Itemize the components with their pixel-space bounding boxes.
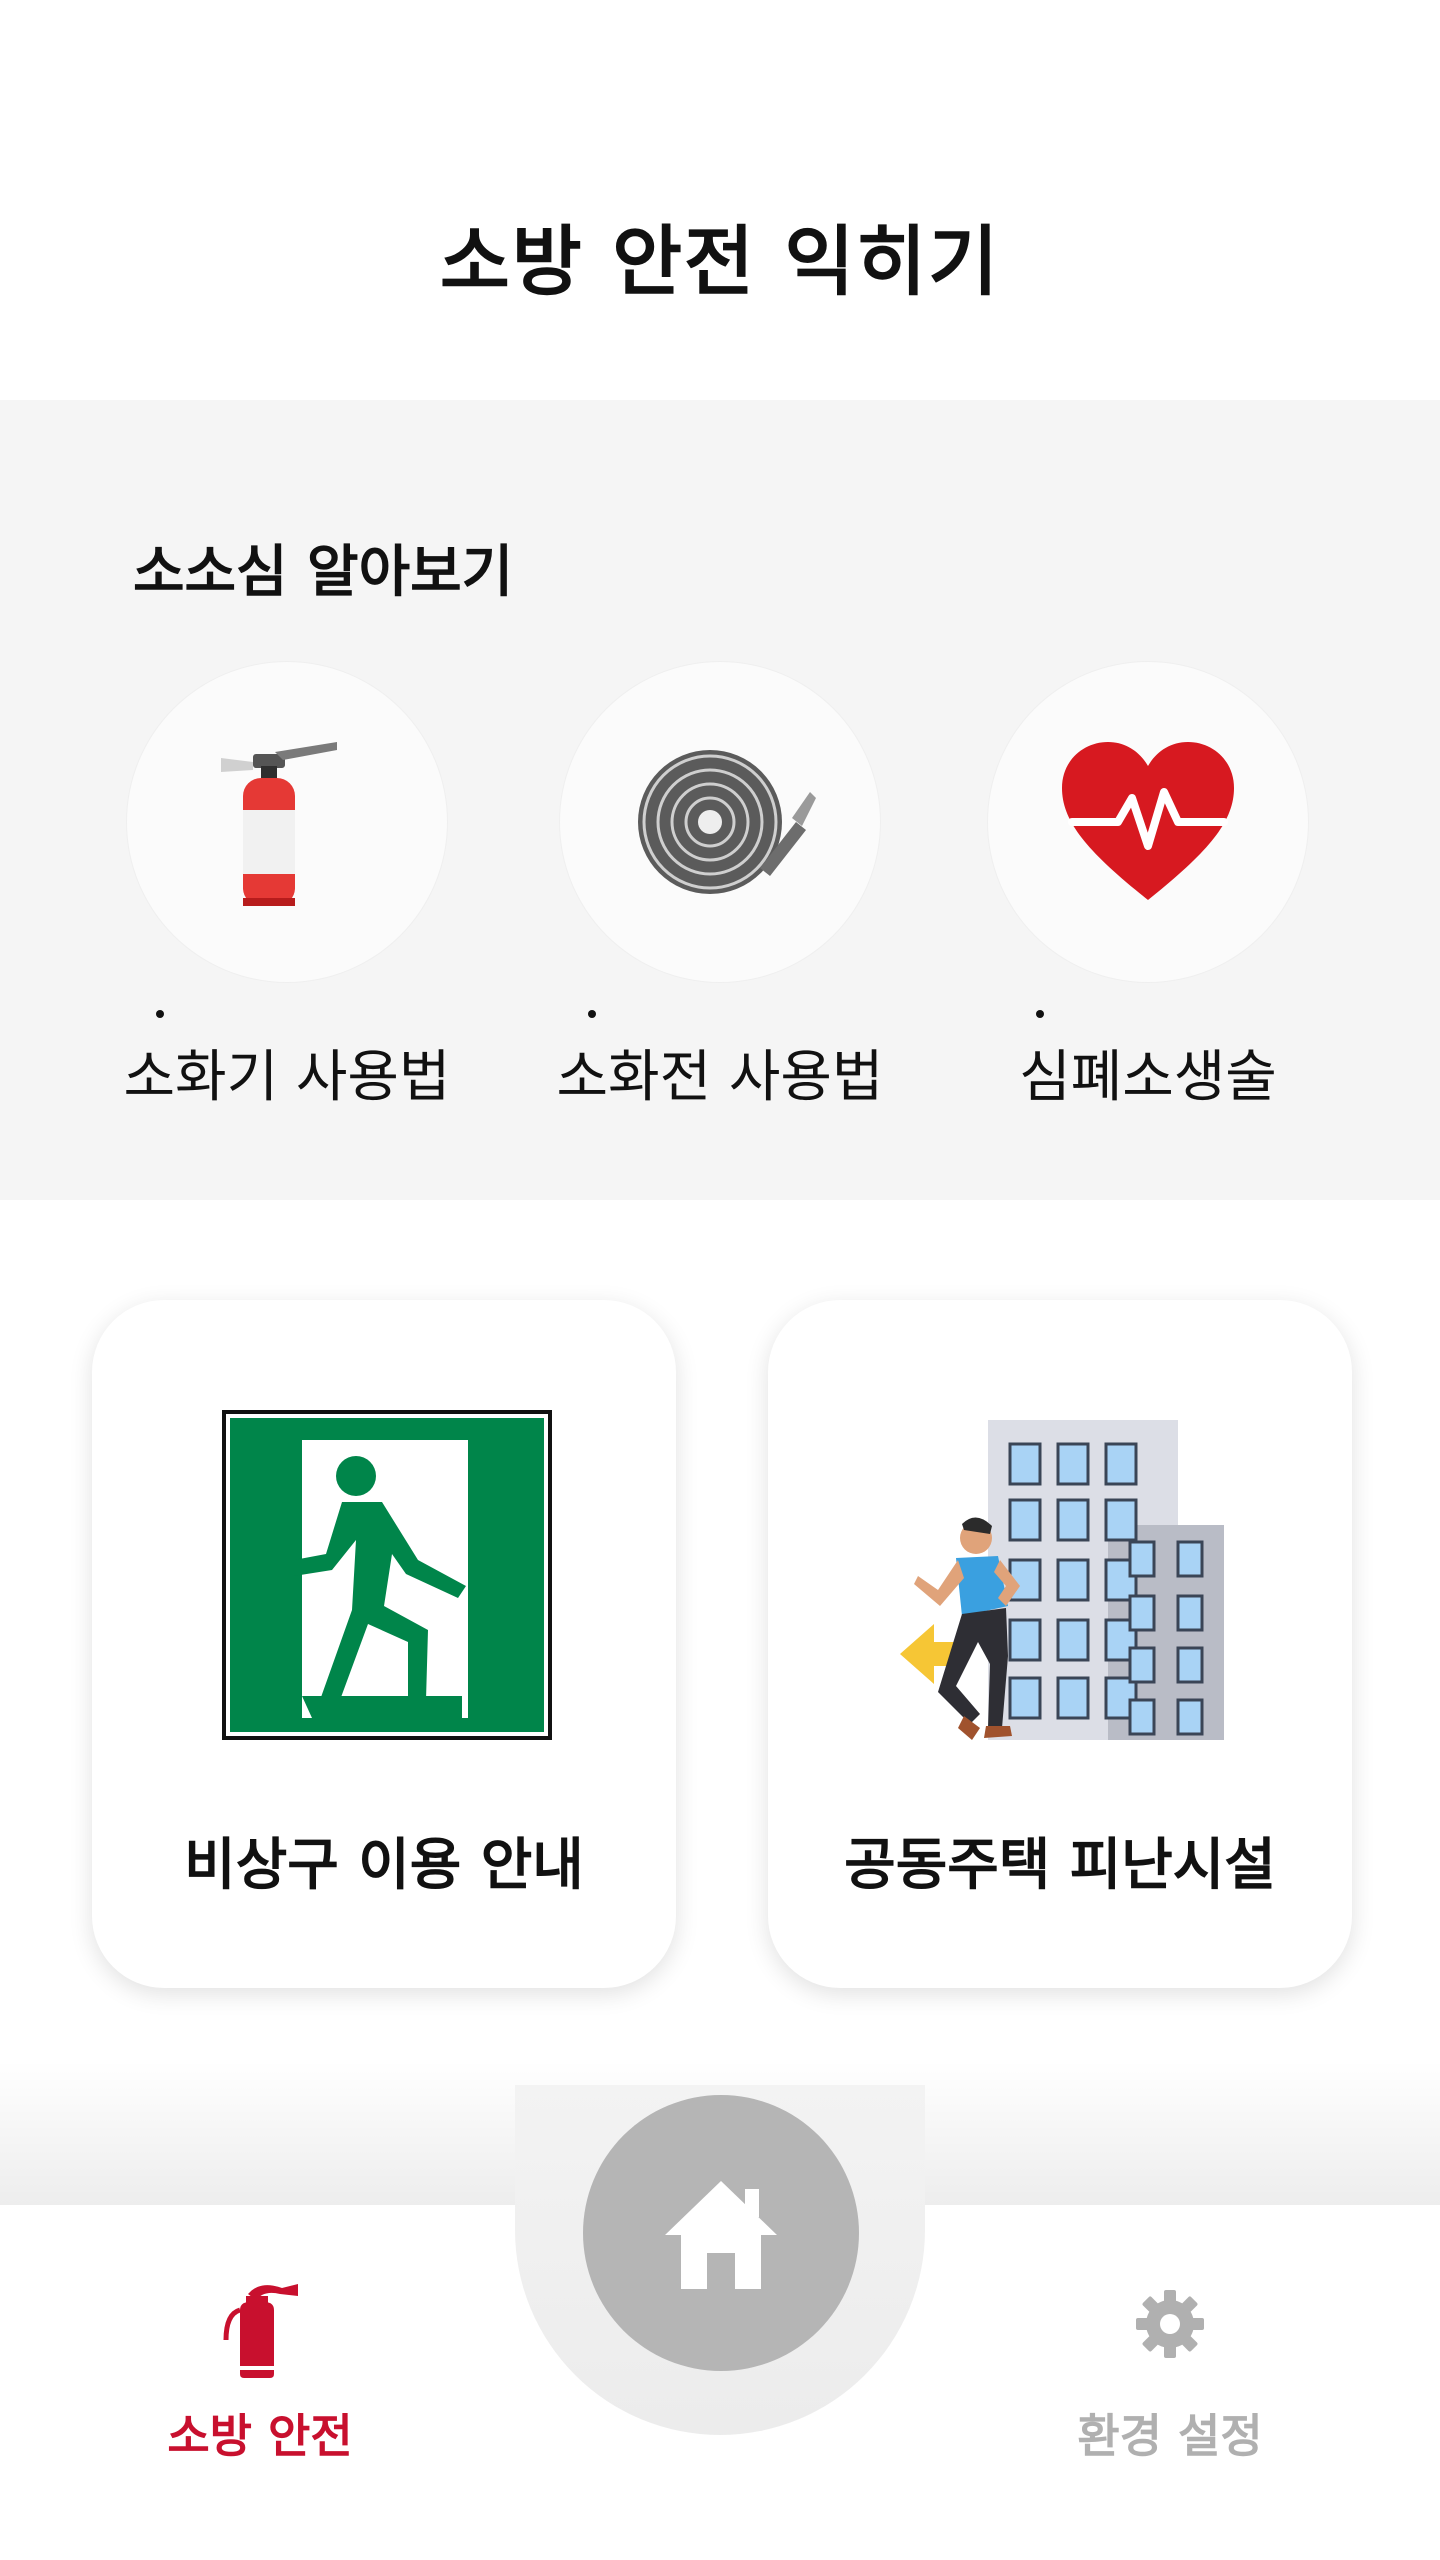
- tool-cpr[interactable]: 심폐소생술: [968, 662, 1328, 1110]
- nav-settings[interactable]: 환경 설정: [1040, 2280, 1300, 2463]
- emergency-exit-icon: [222, 1410, 552, 1740]
- bullet-dot: [156, 1010, 164, 1018]
- card-label: 비상구 이용 안내: [184, 1833, 584, 1898]
- tool-icon-circle: [560, 662, 880, 982]
- bullet-dot: [588, 1010, 596, 1018]
- section-title: 소소심 알아보기: [133, 540, 514, 605]
- bullet-dot: [1036, 1010, 1044, 1018]
- header: 소방 안전 익히기: [0, 0, 1440, 400]
- card-label: 공동주택 피난시설: [844, 1833, 1276, 1898]
- home-button[interactable]: [583, 2095, 859, 2371]
- fire-extinguisher-icon: [223, 2284, 298, 2378]
- building-evacuation-icon: [900, 1420, 1224, 1740]
- tool-label: 소화전 사용법: [556, 1045, 884, 1110]
- nav-fire-safety[interactable]: 소방 안전: [130, 2280, 390, 2463]
- heart-pulse-icon: [1062, 742, 1234, 900]
- page-title: 소방 안전 익히기: [439, 217, 1001, 306]
- tool-label: 심폐소생술: [1019, 1045, 1277, 1110]
- quick-guide-panel: 소소심 알아보기 소화기 사용법 소화전 사용법 심폐소생술: [0, 400, 1440, 1200]
- emergency-exit-card[interactable]: 비상구 이용 안내: [92, 1300, 676, 1988]
- tool-icon-circle: [127, 662, 447, 982]
- fire-extinguisher-icon: [221, 742, 337, 906]
- gear-icon: [1136, 2290, 1204, 2358]
- home-icon: [665, 2181, 777, 2289]
- nav-label: 환경 설정: [1077, 2409, 1263, 2463]
- tool-icon-circle: [988, 662, 1308, 982]
- tool-fire-hydrant[interactable]: 소화전 사용법: [540, 662, 900, 1110]
- tool-fire-extinguisher[interactable]: 소화기 사용법: [107, 662, 467, 1110]
- nav-label: 소방 안전: [167, 2409, 353, 2463]
- fire-hose-icon: [638, 750, 816, 894]
- apartment-evacuation-card[interactable]: 공동주택 피난시설: [768, 1300, 1352, 1988]
- tool-label: 소화기 사용법: [123, 1045, 451, 1110]
